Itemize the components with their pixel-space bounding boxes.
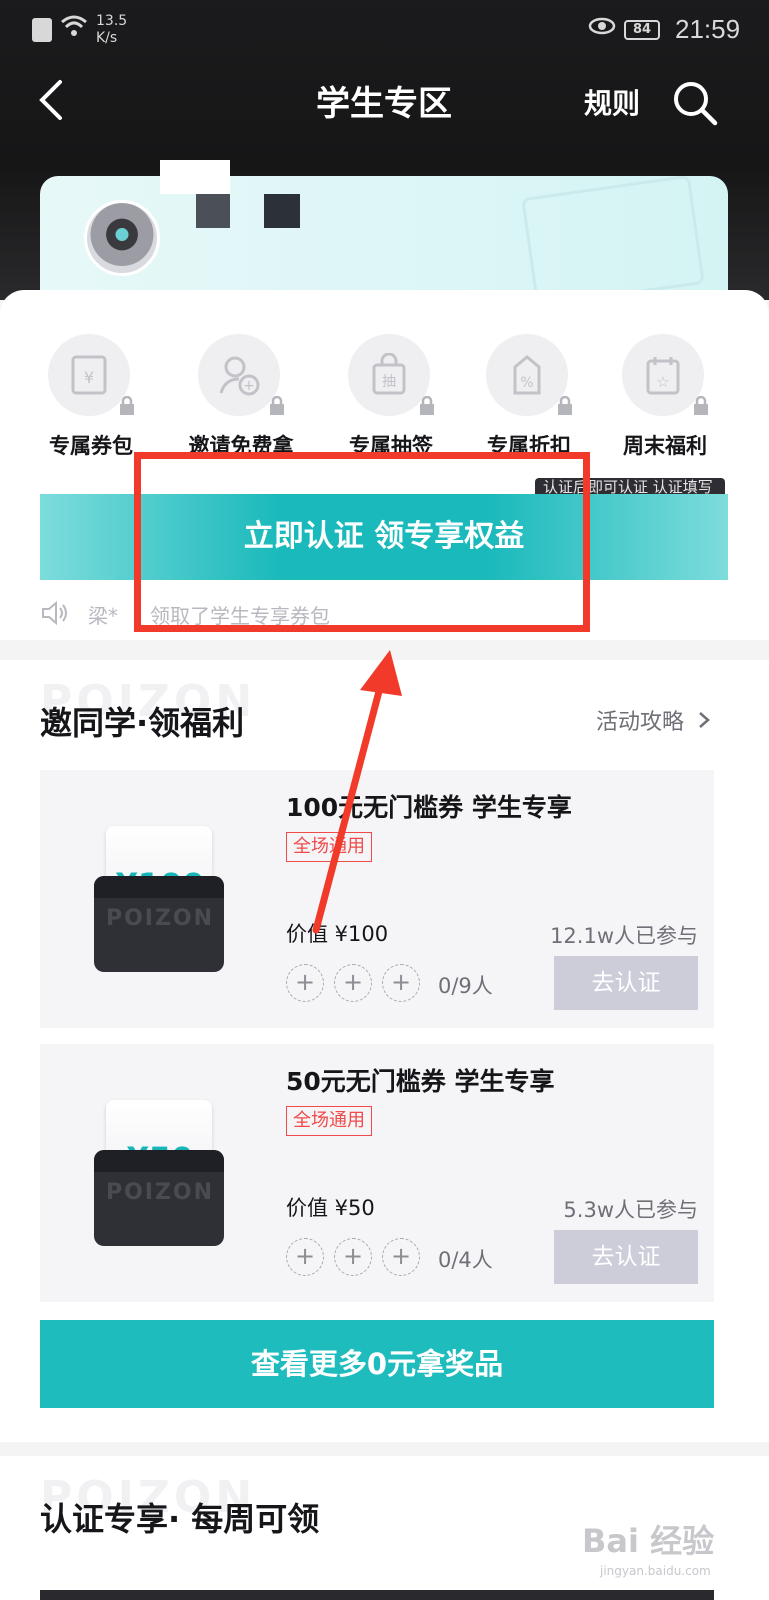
wallet-flap (94, 1150, 224, 1172)
coupon-tag: 全场通用 (286, 1106, 372, 1136)
back-button[interactable] (30, 76, 78, 124)
chevron-left-icon (39, 80, 62, 120)
baidu-url: jingyan.baidu.com (600, 1564, 711, 1578)
speaker-icon (40, 600, 70, 626)
redacted-name-block (196, 194, 230, 228)
go-verify-button[interactable]: 去认证 (554, 1230, 698, 1284)
baidu-jingyan-logo: Bai 经验 (582, 1522, 715, 1560)
section-title: 认证专享· 每周可领 (40, 1500, 320, 1538)
svg-text:+: + (243, 378, 255, 394)
invite-slot[interactable]: + (286, 1238, 324, 1276)
avatar[interactable] (84, 200, 160, 276)
participant-count: 12.1w人已参与 (550, 924, 698, 948)
sim-alert-icon (32, 18, 52, 42)
wifi-icon (60, 14, 88, 44)
coupon-illustration: ¥50 POIZON (94, 1100, 224, 1246)
ticker-message: 领取了学生专享券包 (150, 604, 330, 628)
benefit-label: 周末福利 (623, 434, 707, 458)
benefit-discount[interactable]: % 专属折扣 (472, 334, 592, 464)
coupon-title: 50元无门槛券 学生专享 (286, 1067, 555, 1096)
wallet-logo-text: POIZON (105, 1180, 215, 1205)
page-title: 学生专区 (316, 84, 452, 124)
lock-icon (118, 395, 136, 416)
invite-progress: 0/9人 (438, 974, 493, 998)
search-button[interactable] (670, 78, 720, 128)
status-bar: 13.5 K/s 84 21:59 (0, 0, 769, 62)
benefit-coupon-pack[interactable]: ¥ 专属券包 (34, 334, 154, 464)
chevron-right-icon (699, 712, 710, 728)
lock-icon (692, 395, 710, 416)
search-icon (674, 82, 718, 126)
svg-text:%: % (520, 375, 533, 391)
invite-slot[interactable]: + (334, 1238, 372, 1276)
invite-slot[interactable]: + (382, 1238, 420, 1276)
weekly-banner-edge (40, 1590, 714, 1600)
benefit-invite-free[interactable]: + 邀请免费拿 (184, 334, 304, 464)
network-speed: 13.5 K/s (96, 13, 128, 46)
annotation-arrow (312, 650, 402, 934)
more-prizes-button[interactable]: 查看更多0元拿奖品 (40, 1320, 714, 1408)
claim-ticker: 梁* 领取了学生专享券包 (40, 598, 600, 630)
invite-slot[interactable]: + (334, 964, 372, 1002)
guide-label: 活动攻略 (596, 710, 685, 735)
invite-slot[interactable]: + (382, 964, 420, 1002)
wallet-logo-text: POIZON (105, 906, 215, 931)
invite-progress: 0/4人 (438, 1248, 493, 1272)
invite-slot[interactable]: + (286, 964, 324, 1002)
coupon-value: 价值 ¥50 (286, 1196, 375, 1220)
svg-text:☆: ☆ (656, 373, 669, 391)
redacted-name-block (264, 194, 300, 228)
svg-text:¥: ¥ (84, 368, 94, 387)
lock-icon (268, 395, 286, 416)
book-illustration (521, 176, 705, 306)
ticker-user: 梁* (88, 604, 118, 628)
section-title: 邀同学·领福利 (40, 704, 245, 742)
redacted-name-block (160, 160, 230, 194)
activity-guide-link[interactable]: 活动攻略 (596, 704, 711, 736)
lock-icon (556, 395, 574, 416)
svg-text:抽: 抽 (382, 374, 396, 390)
wallet-flap (94, 876, 224, 898)
go-verify-button[interactable]: 去认证 (554, 956, 698, 1010)
coupon-card: ¥50 POIZON 50元无门槛券 学生专享 全场通用 价值 ¥50 5.3w… (40, 1044, 714, 1302)
battery-indicator: 84 (624, 20, 660, 40)
benefit-weekend[interactable]: ☆ 周末福利 (608, 334, 728, 464)
benefit-lottery[interactable]: 抽 专属抽签 (334, 334, 454, 464)
clock: 21:59 (675, 14, 741, 44)
lock-icon (418, 395, 436, 416)
coupon-illustration: ¥100 POIZON (94, 826, 224, 972)
eye-icon (588, 16, 616, 41)
rules-button[interactable]: 规则 (584, 80, 648, 128)
participant-count: 5.3w人已参与 (563, 1198, 698, 1222)
